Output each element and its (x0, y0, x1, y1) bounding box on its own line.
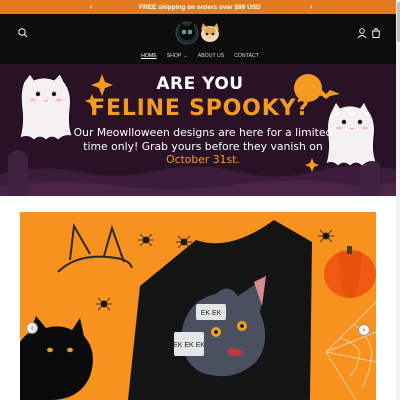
hero-heading-line1: ARE YOU (156, 74, 244, 94)
nav-item-label: SHOP (166, 53, 182, 59)
speech-bubble-1: EK EK (201, 310, 222, 317)
chevron-left-icon: ‹ (30, 324, 34, 332)
slide-next-button[interactable]: › (358, 324, 370, 336)
product-illustration: EK EK EK EK EK (20, 212, 376, 400)
search-icon[interactable] (17, 27, 29, 39)
hero-heading-line2: FELINE SPOOKY? (90, 96, 310, 121)
product-image[interactable]: EK EK EK EK EK (20, 212, 376, 400)
nav-item-contact[interactable]: CONTACT (234, 50, 259, 62)
announcement-bar: ‹ FREE shipping on orders over $99 USD › (0, 0, 400, 14)
nav-item-home[interactable]: HOME (141, 50, 157, 62)
announcement-text: FREE shipping on orders over $99 USD (139, 3, 261, 11)
chevron-left-icon[interactable]: ‹ (84, 0, 98, 14)
scrollbar-thumb[interactable] (396, 2, 400, 42)
hero-body-text: Our Meowlloween designs are here for a l… (73, 126, 333, 153)
main-nav: HOME SHOP ⌄ ABOUT US CONTACT (0, 50, 400, 62)
slide-prev-button[interactable]: ‹ (26, 322, 38, 334)
hero-description: Our Meowlloween designs are here for a l… (72, 126, 334, 167)
chevron-right-icon[interactable]: › (304, 0, 318, 14)
speech-bubble-2: EK EK EK (173, 342, 205, 349)
nav-item-about[interactable]: ABOUT US (198, 50, 224, 62)
page-scrollbar[interactable] (396, 0, 400, 400)
hero-date: October 31st. (166, 153, 240, 166)
chevron-down-icon: ⌄ (183, 53, 188, 59)
cart-icon[interactable] (370, 27, 382, 39)
nav-item-shop[interactable]: SHOP ⌄ (167, 50, 188, 62)
cat-logo[interactable] (174, 20, 224, 46)
site-header: HOME SHOP ⌄ ABOUT US CONTACT (0, 14, 400, 64)
account-icon[interactable] (356, 27, 368, 39)
chevron-right-icon: › (362, 326, 366, 334)
page: ‹ FREE shipping on orders over $99 USD › (0, 0, 400, 400)
hero-banner[interactable]: ARE YOU FELINE SPOOKY? Our Meowlloween d… (0, 64, 400, 196)
